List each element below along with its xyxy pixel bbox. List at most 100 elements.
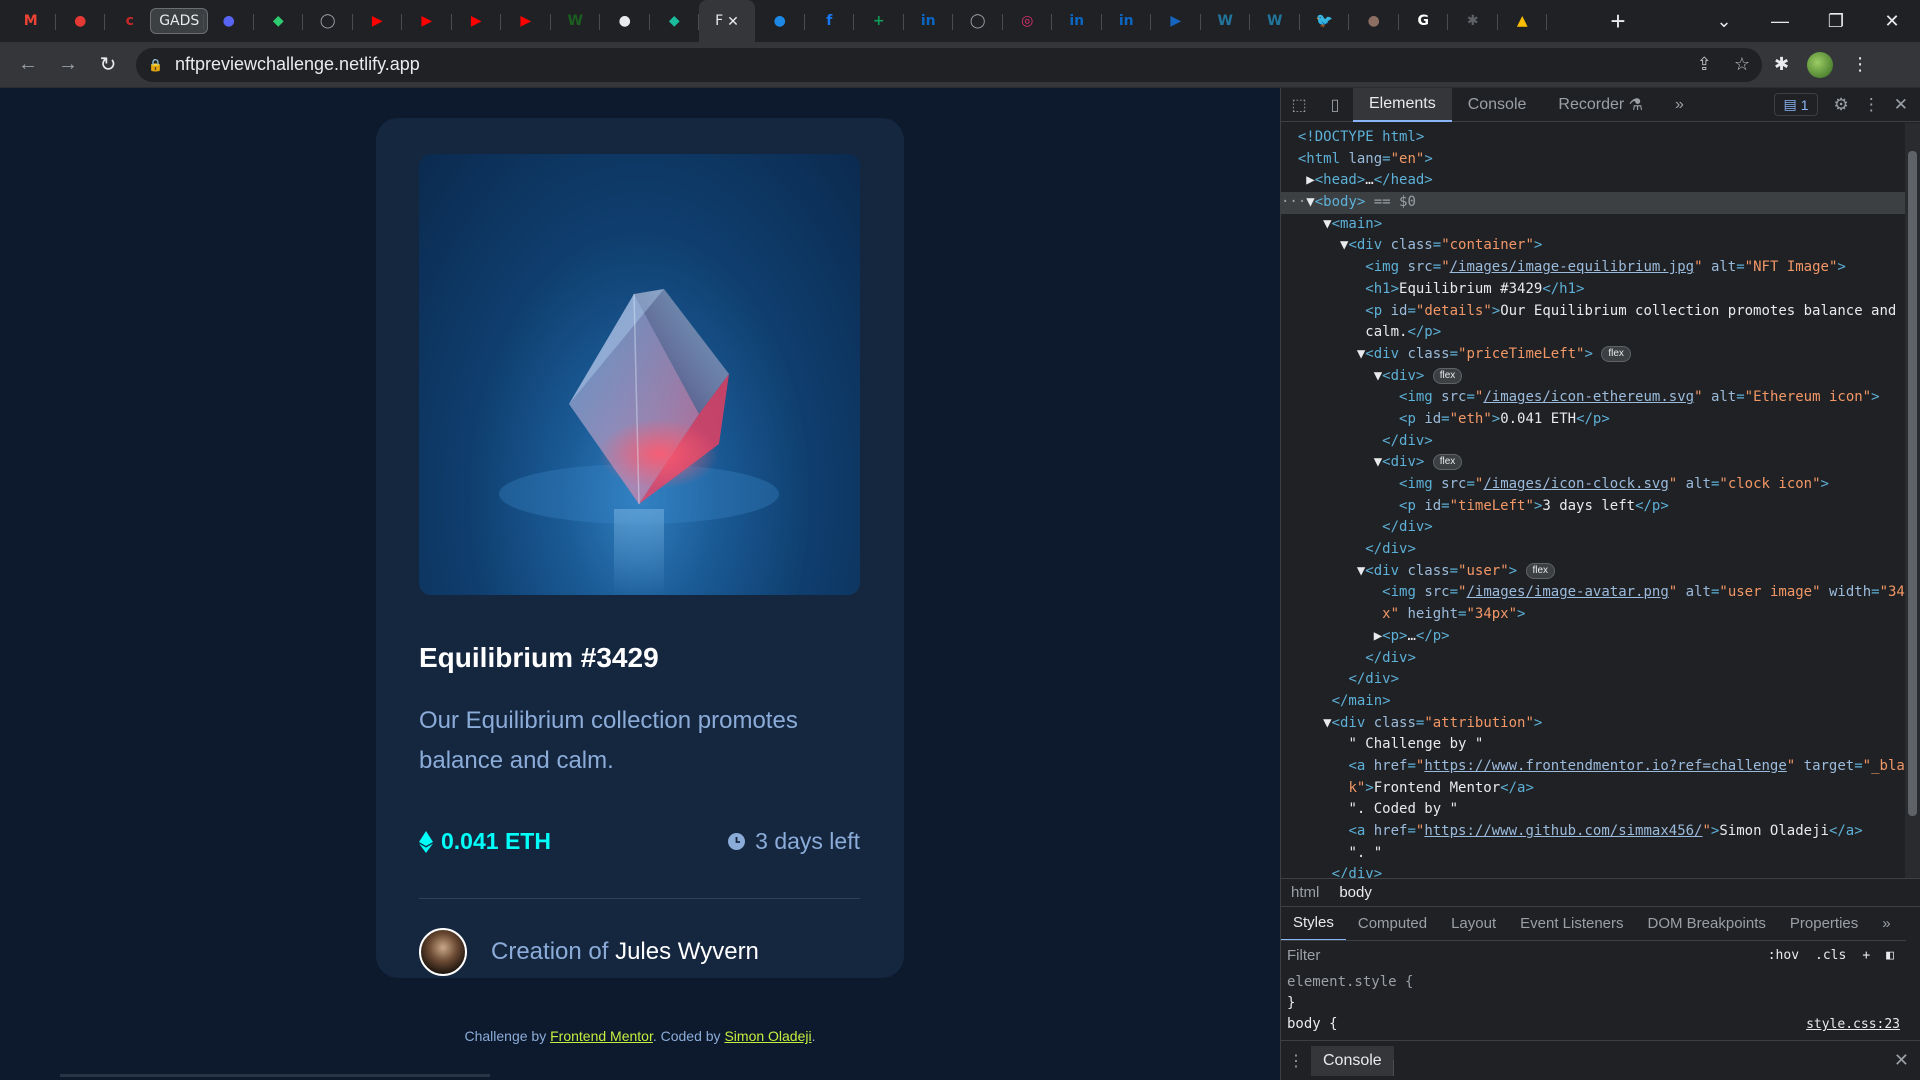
browser-tab[interactable]: f	[805, 0, 855, 42]
url-text[interactable]: nftpreviewchallenge.netlify.app	[175, 54, 420, 75]
dom-node[interactable]: </div>	[1281, 864, 1906, 878]
dom-node[interactable]: <img src="/images/icon-clock.svg" alt="c…	[1281, 474, 1906, 496]
more-options-icon[interactable]: ⋮	[1863, 95, 1880, 115]
dom-node[interactable]: ▼<div class="user"> flex	[1281, 561, 1906, 583]
more-tabs-button[interactable]: »	[1659, 88, 1700, 122]
tab-console[interactable]: Console	[1452, 88, 1543, 122]
dom-node[interactable]: ▶<p>…</p>	[1281, 626, 1906, 648]
browser-tab[interactable]: W	[1201, 0, 1251, 42]
browser-tab[interactable]: ▶	[402, 0, 452, 42]
nft-title[interactable]: Equilibrium #3429	[419, 642, 659, 674]
dom-node[interactable]: <p id="timeLeft">3 days left</p>	[1281, 496, 1906, 518]
browser-tab[interactable]: ▲	[1498, 0, 1548, 42]
dom-tree-scrollbar[interactable]	[1905, 123, 1920, 878]
dom-node[interactable]: ▼<div> flex	[1281, 452, 1906, 474]
dom-node[interactable]: </main>	[1281, 691, 1906, 713]
dom-node[interactable]: ". "	[1281, 843, 1906, 865]
browser-tab[interactable]: in	[1102, 0, 1152, 42]
back-button[interactable]: ←	[8, 45, 48, 85]
browser-tab[interactable]: GADS	[150, 0, 209, 42]
browser-tab[interactable]: ▶	[452, 0, 502, 42]
reload-button[interactable]: ↻	[88, 45, 128, 85]
new-rule-button[interactable]: +	[1862, 948, 1870, 963]
toggle-sidebar-icon[interactable]: ◧	[1886, 948, 1894, 963]
browser-tab[interactable]: ●	[755, 0, 805, 42]
tab-styles[interactable]: Styles	[1281, 907, 1346, 941]
browser-tab[interactable]: ●	[600, 0, 650, 42]
frontend-mentor-link[interactable]: Frontend Mentor	[550, 1028, 653, 1044]
style-source-link[interactable]: style.css:23	[1806, 1014, 1900, 1035]
dom-node[interactable]: ". Coded by "	[1281, 799, 1906, 821]
browser-tab[interactable]: ◆	[254, 0, 304, 42]
close-window-button[interactable]: ✕	[1864, 0, 1920, 42]
horizontal-scrollbar[interactable]	[60, 1074, 490, 1077]
dom-node[interactable]: ▼<div> flex	[1281, 366, 1906, 388]
browser-tab[interactable]: ▶	[1151, 0, 1201, 42]
tab-event-listeners[interactable]: Event Listeners	[1508, 907, 1635, 941]
browser-tab[interactable]: ◆	[650, 0, 700, 42]
dom-node[interactable]: <p id="eth">0.041 ETH</p>	[1281, 409, 1906, 431]
dom-node[interactable]: </div>	[1281, 669, 1906, 691]
minimize-button[interactable]: —	[1752, 0, 1808, 42]
browser-tab[interactable]: ●	[1349, 0, 1399, 42]
dom-node[interactable]: x" height="34px">	[1281, 604, 1906, 626]
scrollbar-thumb[interactable]	[1908, 151, 1917, 816]
browser-tab[interactable]: ✱	[1448, 0, 1498, 42]
issues-badge[interactable]: ▤ 1	[1774, 93, 1818, 116]
dom-node[interactable]: <a href="https://www.github.com/simmax45…	[1281, 821, 1906, 843]
cls-toggle[interactable]: .cls	[1815, 948, 1846, 963]
browser-tab[interactable]: in	[1052, 0, 1102, 42]
browser-tab[interactable]: c	[105, 0, 155, 42]
drawer-menu-icon[interactable]: ⋮	[1281, 1051, 1311, 1071]
close-devtools-icon[interactable]: ✕	[1894, 95, 1908, 115]
browser-tab[interactable]: ●	[56, 0, 106, 42]
author-link[interactable]: Simon Oladeji	[724, 1028, 811, 1044]
dom-node[interactable]: </div>	[1281, 517, 1906, 539]
hov-toggle[interactable]: :hov	[1768, 948, 1799, 963]
dom-node[interactable]: calm.</p>	[1281, 322, 1906, 344]
browser-tab[interactable]: ●	[204, 0, 254, 42]
extensions-icon[interactable]: ✱	[1774, 54, 1789, 75]
new-tab-button[interactable]: +	[1600, 0, 1636, 42]
tab-layout[interactable]: Layout	[1439, 907, 1508, 941]
dom-tree[interactable]: <!DOCTYPE html> <html lang="en"> ▶<head>…	[1281, 123, 1906, 878]
share-icon[interactable]: ⇪	[1697, 54, 1712, 75]
dom-node[interactable]: </div>	[1281, 431, 1906, 453]
tab-dom-breakpoints[interactable]: DOM Breakpoints	[1636, 907, 1778, 941]
dom-node[interactable]: <h1>Equilibrium #3429</h1>	[1281, 279, 1906, 301]
browser-tab[interactable]: 🐦	[1300, 0, 1350, 42]
browser-tab[interactable]: ◎	[1003, 0, 1053, 42]
dom-node[interactable]: ▼<div class="priceTimeLeft"> flex	[1281, 344, 1906, 366]
dom-node[interactable]: k">Frontend Mentor</a>	[1281, 778, 1906, 800]
dom-node-selected[interactable]: ···▼<body> == $0	[1281, 192, 1906, 214]
tab-recorder[interactable]: Recorder ⚗	[1542, 88, 1659, 122]
browser-tab[interactable]: G	[1399, 0, 1449, 42]
tab-properties[interactable]: Properties	[1778, 907, 1870, 941]
browser-tab-active[interactable]: F ✕	[699, 0, 755, 42]
browser-tab[interactable]: ▶	[353, 0, 403, 42]
dom-node[interactable]: <img src="/images/icon-ethereum.svg" alt…	[1281, 387, 1906, 409]
bookmark-star-icon[interactable]: ☆	[1734, 54, 1750, 75]
profile-avatar[interactable]	[1807, 51, 1834, 78]
dom-node[interactable]: ▶<head>…</head>	[1281, 170, 1906, 192]
settings-gear-icon[interactable]: ⚙	[1834, 95, 1849, 115]
close-tab-icon[interactable]: ✕	[727, 13, 739, 30]
browser-tab[interactable]: W	[551, 0, 601, 42]
dom-node[interactable]: " Challenge by "	[1281, 734, 1906, 756]
nft-image[interactable]	[419, 154, 860, 595]
dom-node[interactable]: </div>	[1281, 648, 1906, 670]
dom-node[interactable]: <!DOCTYPE html>	[1281, 127, 1906, 149]
breadcrumb-html[interactable]: html	[1281, 884, 1329, 901]
tab-elements[interactable]: Elements	[1353, 87, 1452, 122]
inspect-element-icon[interactable]: ⬚	[1281, 88, 1317, 122]
device-toolbar-icon[interactable]: ▯	[1317, 88, 1353, 122]
browser-tab[interactable]: +	[854, 0, 904, 42]
browser-tab[interactable]: ◯	[953, 0, 1003, 42]
more-style-tabs[interactable]: »	[1870, 907, 1902, 941]
restore-button[interactable]: ❐	[1808, 0, 1864, 42]
browser-tab[interactable]: M	[6, 0, 56, 42]
dom-node[interactable]: <img src="/images/image-avatar.png" alt=…	[1281, 582, 1906, 604]
dom-node[interactable]: ▼<main>	[1281, 214, 1906, 236]
dom-node[interactable]: <p id="details">Our Equilibrium collecti…	[1281, 301, 1906, 323]
tab-computed[interactable]: Computed	[1346, 907, 1439, 941]
